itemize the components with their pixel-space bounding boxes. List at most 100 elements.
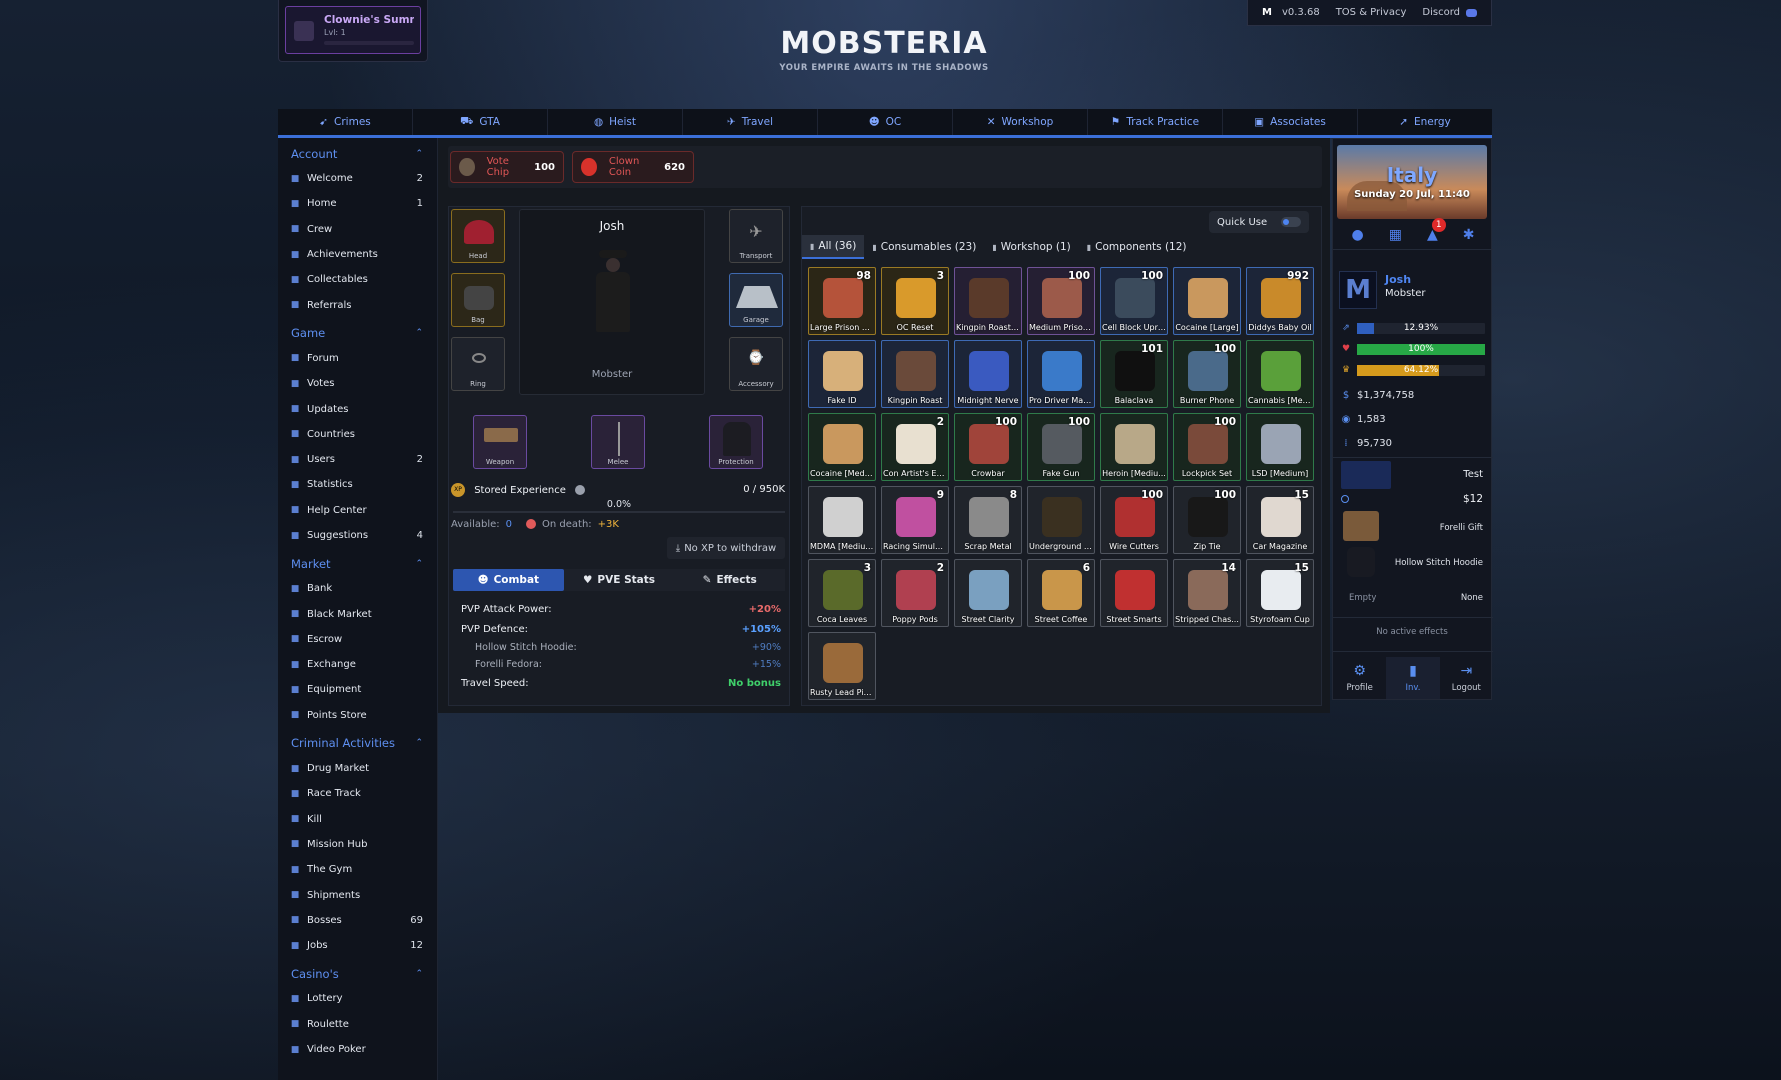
inventory-item[interactable]: 14Stripped Chas... (1173, 559, 1241, 627)
inventory-item[interactable]: 3OC Reset (881, 267, 949, 335)
crew-emblem[interactable] (1341, 461, 1391, 489)
sidebar-item-shipments[interactable]: ■Shipments (278, 882, 437, 907)
accessory-slot[interactable]: ⌚ Accessory (729, 337, 783, 391)
inventory-item[interactable]: 100Zip Tie (1173, 486, 1241, 554)
inventory-item[interactable]: 100Cell Block Upri... (1100, 267, 1168, 335)
sidebar-item-equipment[interactable]: ■Equipment (278, 677, 437, 702)
sidebar-item-suggestions[interactable]: ■Suggestions4 (278, 523, 437, 548)
inventory-item[interactable]: Rusty Lead Pip... (808, 632, 876, 700)
inventory-item[interactable]: Kingpin Roast ... (954, 267, 1022, 335)
crew-name[interactable]: Test (1463, 469, 1483, 480)
melee-slot[interactable]: Melee (591, 415, 645, 469)
sidebar-item-video-poker[interactable]: ■Video Poker (278, 1037, 437, 1062)
sidebar-item-lottery[interactable]: ■Lottery (278, 986, 437, 1011)
clown-coin[interactable]: Clown Coin 620 (572, 151, 694, 183)
sidebar-item-exchange[interactable]: ■Exchange (278, 652, 437, 677)
sidebar-item-points-store[interactable]: ■Points Store (278, 703, 437, 728)
sidebar-item-black-market[interactable]: ■Black Market (278, 601, 437, 626)
section-account[interactable]: Account⌃ (278, 141, 437, 166)
filter-tab[interactable]: ▮Components (12) (1079, 235, 1195, 259)
profile-badge[interactable]: Clownie's Summe... Lvl: 1 (278, 0, 428, 62)
inventory-item[interactable]: 15Styrofoam Cup (1246, 559, 1314, 627)
inventory-item[interactable]: 100Crowbar (954, 413, 1022, 481)
vote-chip[interactable]: Vote Chip 100 (450, 151, 564, 183)
inventory-item[interactable]: 2Con Artist's Ed... (881, 413, 949, 481)
inventory-item[interactable]: 100Lockpick Set (1173, 413, 1241, 481)
sidebar-item-kill[interactable]: ■Kill (278, 807, 437, 832)
tab-energy[interactable]: ➚Energy (1358, 109, 1492, 135)
inventory-item[interactable]: 101Balaclava (1100, 340, 1168, 408)
inventory-item[interactable]: 100Wire Cutters (1100, 486, 1168, 554)
bell-icon[interactable]: ▲1 (1427, 227, 1438, 243)
inventory-item[interactable]: 2Poppy Pods (881, 559, 949, 627)
inventory-item[interactable]: Cannabis [Med... (1246, 340, 1314, 408)
sidebar-item-votes[interactable]: ■Votes (278, 371, 437, 396)
sidebar-item-help-center[interactable]: ■Help Center (278, 498, 437, 523)
inventory-item[interactable]: 3Coca Leaves (808, 559, 876, 627)
section-criminal[interactable]: Criminal Activities⌃ (278, 731, 437, 756)
protection-slot[interactable]: Protection (709, 415, 763, 469)
discord-link[interactable]: Discord (1422, 7, 1477, 18)
site-logo[interactable]: MOBSTERIA YOUR EMPIRE AWAITS IN THE SHAD… (700, 26, 1068, 73)
inventory-item[interactable]: Fake ID (808, 340, 876, 408)
inventory-item[interactable]: Cocaine [Large] (1173, 267, 1241, 335)
sidebar-item-mission-hub[interactable]: ■Mission Hub (278, 832, 437, 857)
sidebar-item-collectables[interactable]: ■Collectables (278, 267, 437, 292)
sidebar-item-the-gym[interactable]: ■The Gym (278, 857, 437, 882)
ring-slot[interactable]: Ring (451, 337, 505, 391)
filter-tab[interactable]: ▮All (36) (802, 235, 864, 259)
inventory-item[interactable]: 992Diddys Baby Oil (1246, 267, 1314, 335)
tab-oc[interactable]: ☻OC (818, 109, 953, 135)
transport-slot[interactable]: ✈ Transport (729, 209, 783, 263)
filter-tab[interactable]: ▮Workshop (1) (984, 235, 1078, 259)
toggle-switch[interactable] (1281, 217, 1301, 227)
inventory-item[interactable]: 6Street Coffee (1027, 559, 1095, 627)
head-slot[interactable]: Head (451, 209, 505, 263)
bag-slot[interactable]: Bag (451, 273, 505, 327)
tab-workshop[interactable]: ✕Workshop (953, 109, 1088, 135)
sidebar-item-jobs[interactable]: ■Jobs12 (278, 933, 437, 958)
footer-profile[interactable]: ⚙Profile (1333, 657, 1386, 699)
user-avatar[interactable]: M (1339, 271, 1377, 309)
filter-tab[interactable]: ▮Consumables (23) (864, 235, 984, 259)
sidebar-item-achievements[interactable]: ■Achievements (278, 242, 437, 267)
sidebar-item-forum[interactable]: ■Forum (278, 346, 437, 371)
chat-icon[interactable]: ● (1352, 227, 1364, 243)
sidebar-item-bosses[interactable]: ■Bosses69 (278, 908, 437, 933)
inventory-item[interactable]: Street Clarity (954, 559, 1022, 627)
footer-logout[interactable]: ⇥Logout (1440, 657, 1493, 699)
sidebar-item-referrals[interactable]: ■Referrals (278, 292, 437, 317)
tab-gta[interactable]: ⛟GTA (413, 109, 548, 135)
info-icon[interactable] (575, 485, 585, 495)
inventory-item[interactable]: 100Burner Phone (1173, 340, 1241, 408)
inventory-item[interactable]: Midnight Nerve (954, 340, 1022, 408)
inventory-item[interactable]: Heroin [Mediu... (1100, 413, 1168, 481)
withdraw-xp-button[interactable]: ⤓No XP to withdraw (667, 537, 785, 559)
inventory-item[interactable]: 8Scrap Metal (954, 486, 1022, 554)
footer-inv[interactable]: ▮Inv. (1386, 657, 1439, 699)
sidebar-item-race-track[interactable]: ■Race Track (278, 781, 437, 806)
tab-track-practice[interactable]: ⚑Track Practice (1088, 109, 1223, 135)
sidebar-item-bank[interactable]: ■Bank (278, 576, 437, 601)
inventory-item[interactable]: Street Smarts (1100, 559, 1168, 627)
inventory-item[interactable]: 100Fake Gun (1027, 413, 1095, 481)
inventory-item[interactable]: 15Car Magazine (1246, 486, 1314, 554)
inventory-item[interactable]: 9Racing Simula... (881, 486, 949, 554)
sidebar-item-home[interactable]: ■Home1 (278, 191, 437, 216)
sidebar-item-crew[interactable]: ■Crew (278, 217, 437, 242)
sidebar-item-escrow[interactable]: ■Escrow (278, 627, 437, 652)
inventory-item[interactable]: Pro Driver Man... (1027, 340, 1095, 408)
section-casino[interactable]: Casino's⌃ (278, 961, 437, 986)
inventory-item[interactable]: MDMA [Medium] (808, 486, 876, 554)
tab-crimes[interactable]: ➹Crimes (278, 109, 413, 135)
settings-icon[interactable]: ✱ (1463, 227, 1475, 243)
weapon-slot[interactable]: Weapon (473, 415, 527, 469)
tab-heist[interactable]: ◍Heist (548, 109, 683, 135)
garage-slot[interactable]: Garage (729, 273, 783, 327)
quick-use-toggle[interactable]: Quick Use (1209, 211, 1309, 233)
tab-travel[interactable]: ✈Travel (683, 109, 818, 135)
section-market[interactable]: Market⌃ (278, 551, 437, 576)
tab-associates[interactable]: ▣Associates (1223, 109, 1358, 135)
sidebar-item-roulette[interactable]: ■Roulette (278, 1012, 437, 1037)
tab-combat[interactable]: ☻ Combat (453, 569, 564, 591)
